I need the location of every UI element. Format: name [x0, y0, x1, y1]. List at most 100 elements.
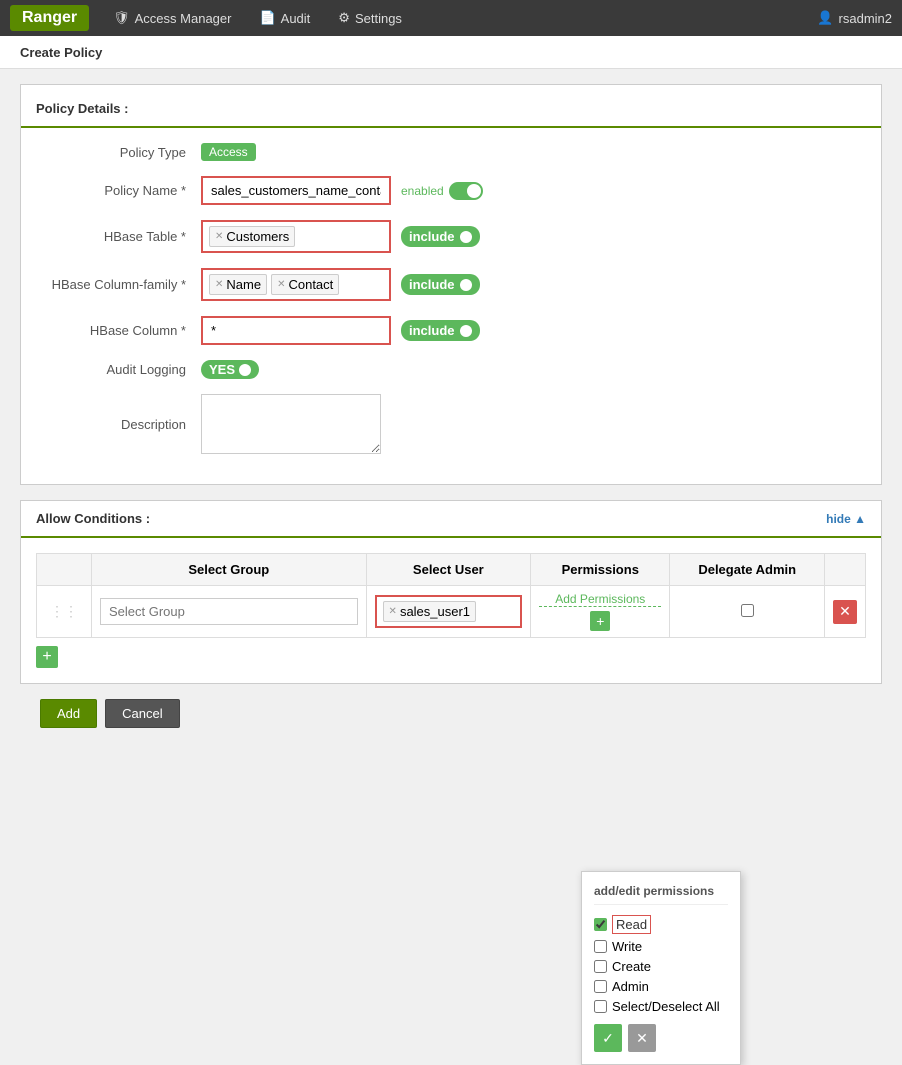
read-checkbox-row: Read	[594, 915, 728, 934]
page-title-bar: Create Policy	[0, 36, 902, 69]
main-content: Policy Details : Policy Type Access Poli…	[0, 69, 902, 758]
cancel-button[interactable]: Cancel	[105, 699, 179, 728]
delete-col-header	[825, 554, 866, 586]
hbase-column-family-toggle-knob	[460, 279, 472, 291]
table-row: ⋮⋮ ✕ sales_user1	[37, 586, 866, 638]
delegate-admin-header: Delegate Admin	[670, 554, 825, 586]
contact-tag-close-icon[interactable]: ✕	[277, 279, 285, 290]
drag-handle-icon[interactable]: ⋮⋮	[45, 603, 83, 619]
policy-name-input[interactable]	[201, 176, 391, 205]
audit-icon: 📄	[259, 10, 275, 26]
brand-logo: Ranger	[10, 5, 89, 31]
hbase-table-input[interactable]: ✕ Customers	[201, 220, 391, 253]
contact-tag: ✕ Contact	[271, 274, 339, 295]
page-title: Create Policy	[20, 45, 102, 60]
audit-logging-value: YES	[201, 360, 259, 379]
allow-conditions-header: Allow Conditions : hide ▲	[21, 501, 881, 538]
allow-table-wrap: Select Group Select User Permissions Del…	[21, 538, 881, 683]
allow-conditions-section: Allow Conditions : hide ▲ Select Group S…	[20, 500, 882, 684]
allow-conditions-title: Allow Conditions :	[36, 511, 150, 526]
hbase-column-family-include-toggle[interactable]: include	[401, 274, 480, 295]
delete-row-button[interactable]: ✕	[833, 600, 857, 624]
audit-yes-toggle[interactable]: YES	[201, 360, 259, 379]
name-tag-close-icon[interactable]: ✕	[215, 279, 223, 290]
hbase-column-family-label: HBase Column-family *	[41, 277, 201, 292]
audit-logging-row: Audit Logging YES	[21, 360, 881, 379]
select-group-header: Select Group	[92, 554, 367, 586]
select-group-cell	[92, 586, 367, 638]
hbase-table-value: ✕ Customers include	[201, 220, 480, 253]
select-group-input[interactable]	[100, 598, 358, 625]
nav-access-manager[interactable]: 🛡 Access Manager	[99, 2, 245, 34]
policy-enabled-label: enabled	[401, 184, 444, 198]
hbase-column-value: include	[201, 316, 480, 345]
hbase-table-label: HBase Table *	[41, 229, 201, 244]
select-deselect-checkbox-row: Select/Deselect All	[594, 999, 728, 1014]
description-value	[201, 394, 381, 454]
create-checkbox[interactable]	[594, 960, 607, 973]
settings-icon: ⚙	[338, 10, 350, 26]
add-row-button[interactable]: +	[36, 646, 58, 668]
policy-enabled-toggle[interactable]	[449, 182, 483, 200]
add-permissions-button[interactable]: +	[590, 611, 610, 631]
permissions-cell: Add Permissions +	[531, 586, 670, 638]
popup-cancel-button[interactable]: ✕	[628, 1024, 656, 1052]
delegate-admin-checkbox[interactable]	[741, 604, 754, 617]
drag-col-header	[37, 554, 92, 586]
permissions-header: Permissions	[531, 554, 670, 586]
hbase-table-toggle-knob	[460, 231, 472, 243]
popup-title: add/edit permissions	[594, 884, 728, 905]
popup-ok-button[interactable]: ✓	[594, 1024, 622, 1052]
write-checkbox-row: Write	[594, 939, 728, 954]
customers-tag: ✕ Customers	[209, 226, 295, 247]
policy-type-row: Policy Type Access	[21, 143, 881, 161]
hbase-column-input[interactable]	[201, 316, 391, 345]
select-user-header: Select User	[366, 554, 531, 586]
audit-toggle-knob	[239, 364, 251, 376]
policy-name-row: Policy Name * enabled	[21, 176, 881, 205]
hbase-table-row: HBase Table * ✕ Customers include	[21, 220, 881, 253]
user-tag-close-icon[interactable]: ✕	[389, 606, 397, 617]
add-permissions-link[interactable]: Add Permissions	[539, 592, 661, 607]
hbase-column-family-row: HBase Column-family * ✕ Name ✕ Contact i…	[21, 268, 881, 301]
description-label: Description	[41, 417, 201, 432]
user-icon: 👤	[817, 10, 833, 26]
policy-enabled-toggle-wrap: enabled	[401, 182, 483, 200]
hide-link[interactable]: hide ▲	[826, 512, 866, 526]
hbase-column-label: HBase Column *	[41, 323, 201, 338]
shield-icon: 🛡	[113, 10, 130, 26]
read-checkbox[interactable]	[594, 918, 607, 931]
tag-close-icon[interactable]: ✕	[215, 231, 223, 242]
allow-table: Select Group Select User Permissions Del…	[36, 553, 866, 638]
hbase-column-include-toggle[interactable]: include	[401, 320, 480, 341]
hbase-table-include-toggle[interactable]: include	[401, 226, 480, 247]
write-label: Write	[612, 939, 642, 954]
policy-type-label: Policy Type	[41, 145, 201, 160]
policy-type-badge: Access	[201, 143, 256, 161]
delegate-admin-cell	[670, 586, 825, 638]
admin-checkbox-row: Admin	[594, 979, 728, 994]
select-user-cell: ✕ sales_user1	[366, 586, 531, 638]
policy-name-value: enabled	[201, 176, 483, 205]
admin-label: Admin	[612, 979, 649, 994]
hbase-column-family-input[interactable]: ✕ Name ✕ Contact	[201, 268, 391, 301]
sales-user1-tag: ✕ sales_user1	[383, 601, 477, 622]
select-deselect-label: Select/Deselect All	[612, 999, 720, 1014]
nav-audit[interactable]: 📄 Audit	[245, 2, 324, 34]
select-deselect-checkbox[interactable]	[594, 1000, 607, 1013]
user-info: 👤 rsadmin2	[817, 10, 892, 26]
add-button[interactable]: Add	[40, 699, 97, 728]
description-textarea[interactable]	[201, 394, 381, 454]
admin-checkbox[interactable]	[594, 980, 607, 993]
hbase-column-toggle-knob	[460, 325, 472, 337]
delete-cell: ✕	[825, 586, 866, 638]
audit-logging-label: Audit Logging	[41, 362, 201, 377]
description-row: Description	[21, 394, 881, 454]
write-checkbox[interactable]	[594, 940, 607, 953]
policy-type-value: Access	[201, 143, 256, 161]
add-row-wrap: +	[36, 638, 866, 668]
select-user-input[interactable]: ✕ sales_user1	[375, 595, 523, 628]
nav-settings[interactable]: ⚙ Settings	[324, 2, 416, 34]
policy-details-section: Policy Details : Policy Type Access Poli…	[20, 84, 882, 485]
permissions-popup: add/edit permissions Read Write Create A…	[581, 871, 741, 1065]
